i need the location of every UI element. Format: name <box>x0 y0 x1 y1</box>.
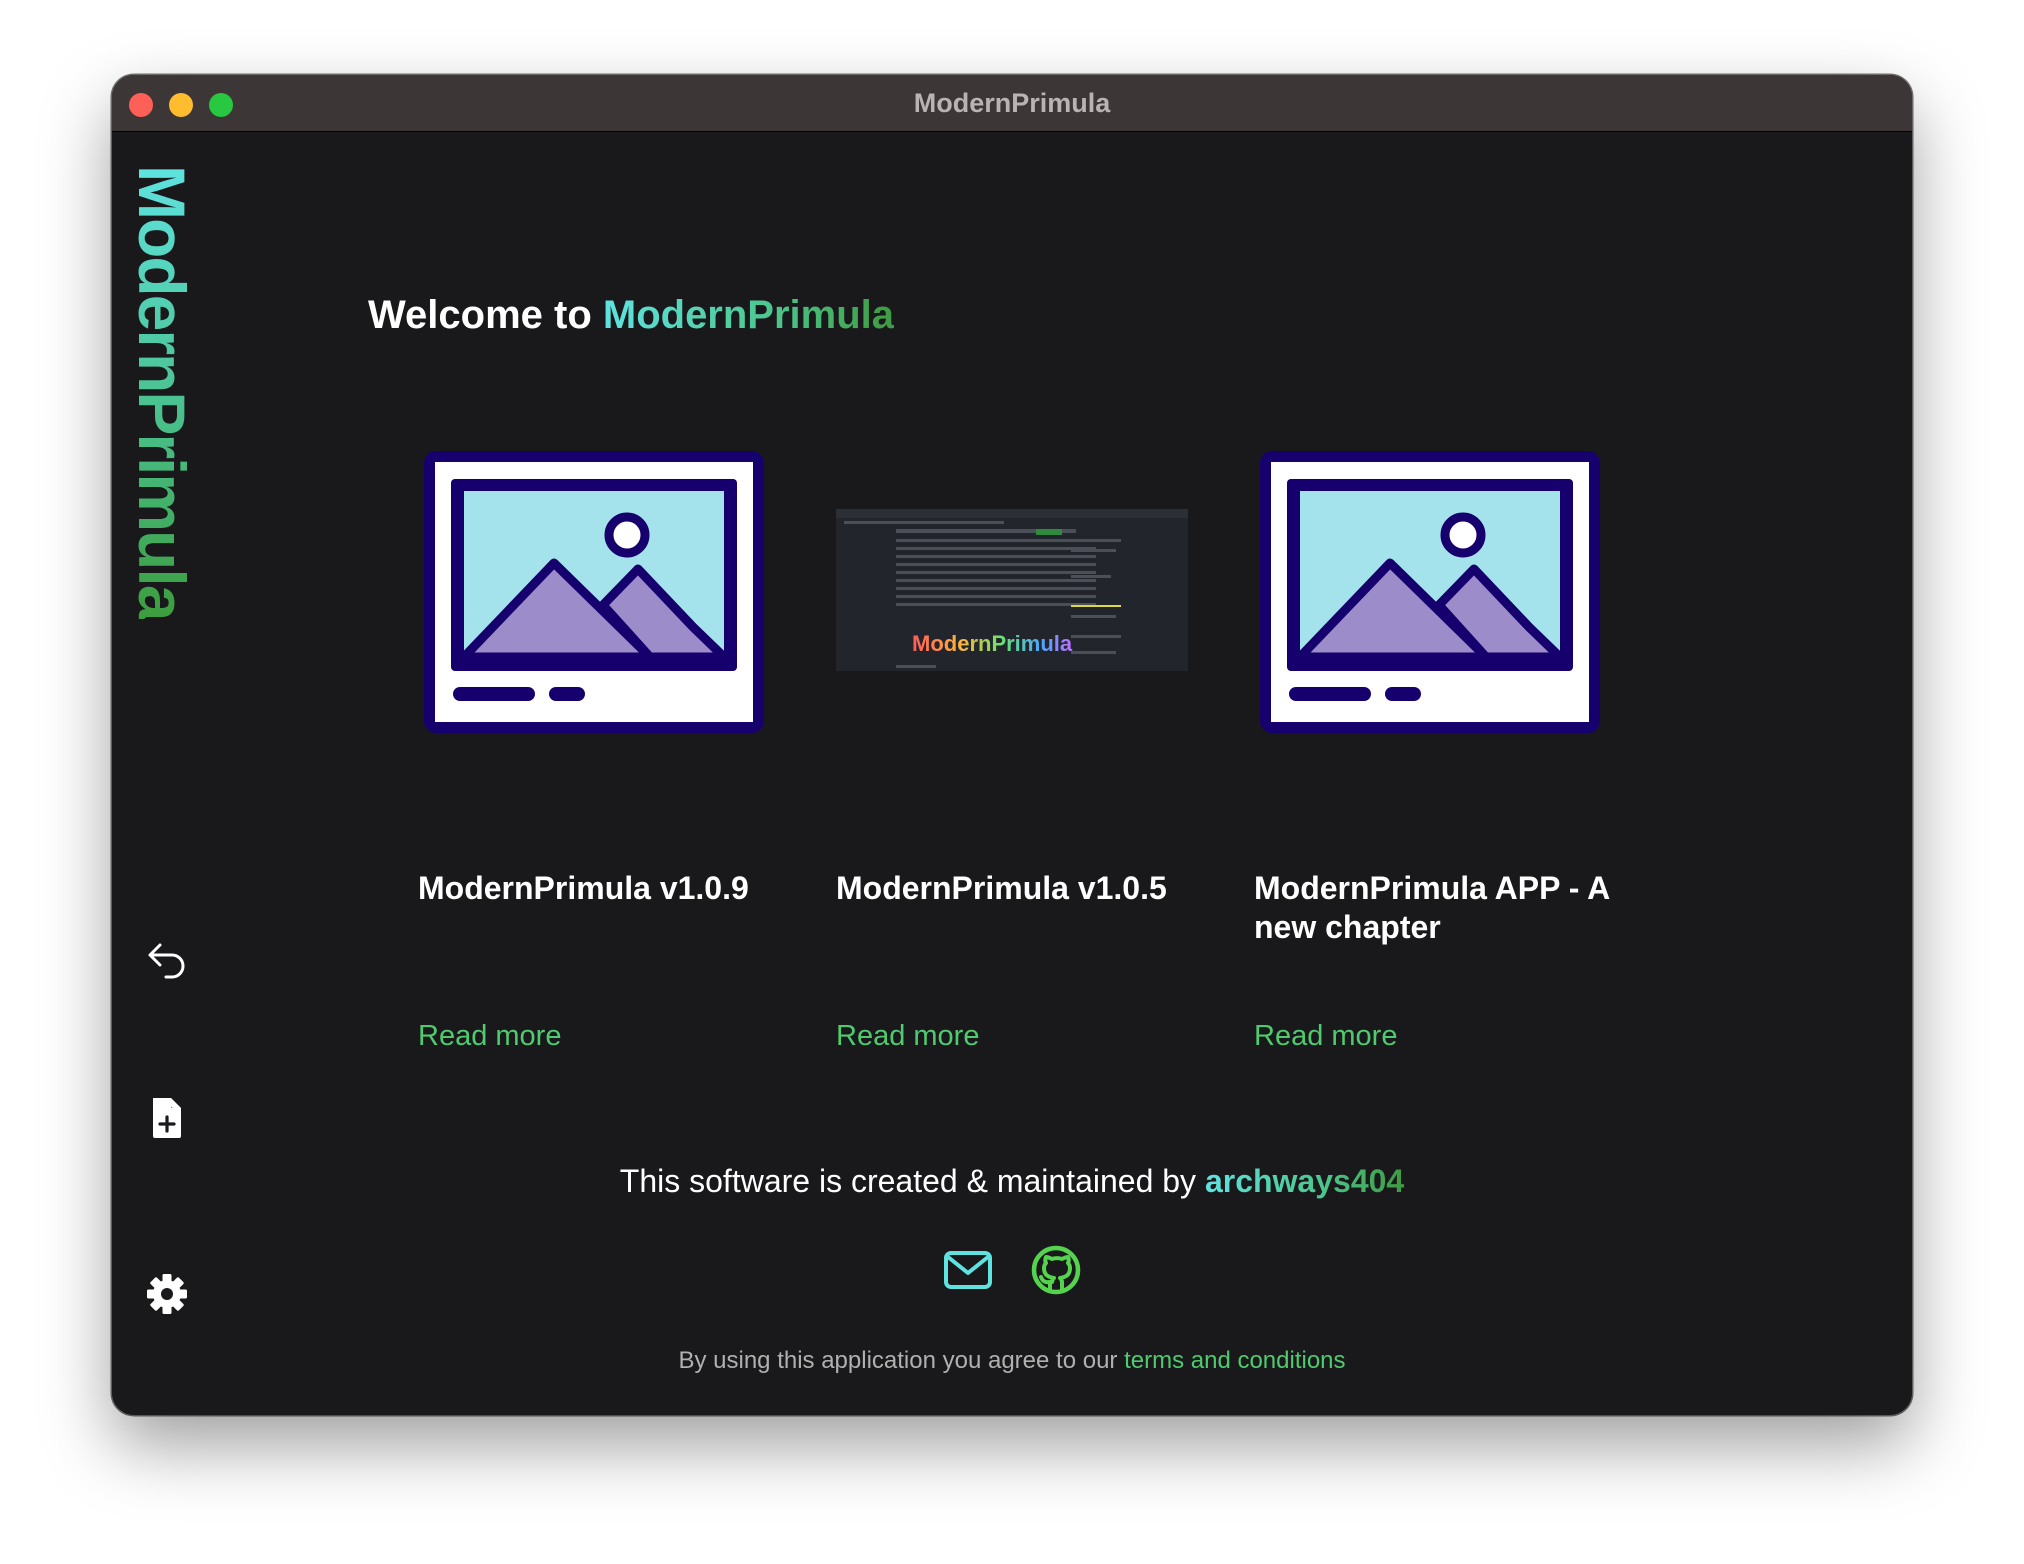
credit-line: This software is created & maintained by… <box>112 1163 1912 1200</box>
read-more-link[interactable]: Read more <box>836 1020 979 1053</box>
card-title: ModernPrimula APP - A new chapter <box>1254 870 1610 945</box>
placeholder-image-icon <box>424 451 764 733</box>
thumbnail-logo-text: ModernPrimula <box>912 631 1073 656</box>
card-title: ModernPrimula v1.0.9 <box>418 870 749 906</box>
new-file-icon[interactable] <box>144 1095 190 1141</box>
author-link[interactable]: archways404 <box>1205 1163 1404 1199</box>
placeholder-image-icon <box>1260 451 1600 733</box>
mail-icon[interactable] <box>943 1249 993 1291</box>
terms-link[interactable]: terms and conditions <box>1124 1347 1345 1374</box>
app-window: ModernPrimula ModernPrimula Welcome to M… <box>112 75 1912 1415</box>
github-icon[interactable] <box>1031 1245 1081 1295</box>
terms-notice: By using this application you agree to o… <box>112 1347 1912 1375</box>
credit-prefix: This software is created & maintained by <box>619 1163 1205 1199</box>
terms-prefix: By using this application you agree to o… <box>678 1347 1125 1374</box>
title-bar: ModernPrimula <box>112 75 1912 132</box>
welcome-app-name: ModernPrimula <box>602 293 895 337</box>
window-title: ModernPrimula <box>913 88 1111 118</box>
contact-icons <box>112 1245 1912 1295</box>
undo-icon[interactable] <box>144 937 190 983</box>
read-more-link[interactable]: Read more <box>1254 1020 1397 1053</box>
app-screenshot-thumbnail: ModernPrimula <box>836 509 1188 671</box>
sidebar-logo-text: ModernPrimula <box>125 165 199 620</box>
sidebar-logo: ModernPrimula <box>122 165 202 665</box>
welcome-heading: Welcome to ModernPrimula <box>368 293 894 338</box>
read-more-link[interactable]: Read more <box>418 1020 561 1053</box>
welcome-prefix: Welcome to <box>368 293 603 337</box>
card-title: ModernPrimula v1.0.5 <box>836 870 1167 906</box>
